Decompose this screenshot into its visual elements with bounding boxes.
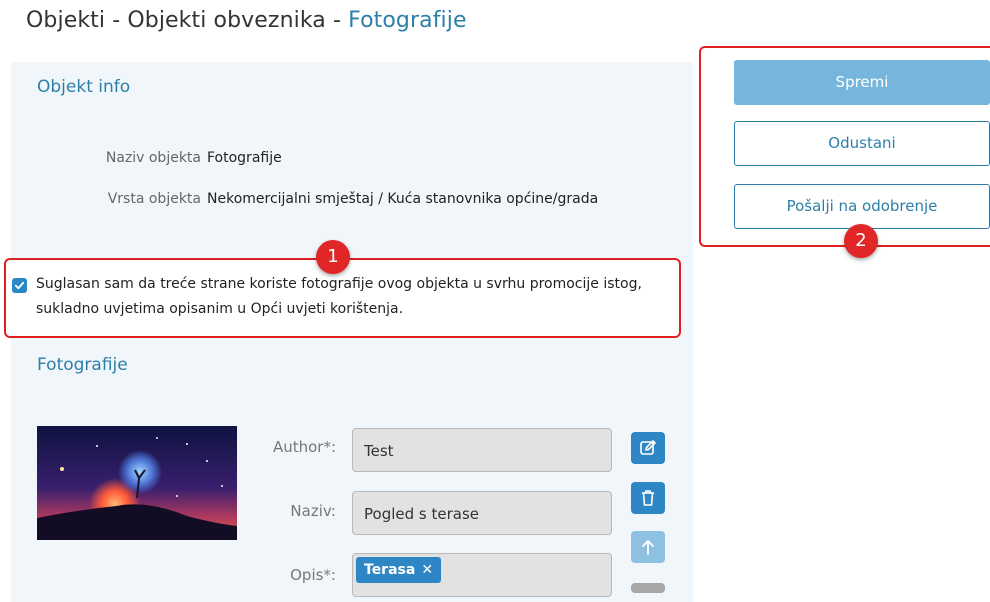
photo-thumbnail[interactable] (37, 426, 237, 540)
annotation-badge-1: 1 (316, 240, 350, 274)
objekt-info-title: Objekt info (37, 77, 131, 97)
edit-icon (640, 440, 656, 455)
author-input[interactable]: Test (352, 428, 612, 472)
breadcrumb-objekti: Objekti (26, 8, 106, 33)
breadcrumb-current: Fotografije (348, 8, 467, 33)
move-down-button[interactable] (631, 583, 665, 593)
author-label: Author*: (272, 438, 336, 456)
breadcrumb-separator: - (325, 8, 349, 33)
annotation-frame-2 (699, 46, 990, 247)
breadcrumb-objekti-obveznika: Objekti obveznika (127, 8, 326, 33)
page-title: Objekti - Objekti obveznika - Fotografij… (26, 8, 467, 33)
opis-tag: Terasa ✕ (356, 557, 442, 583)
vrsta-objekta-label: Vrsta objekta (107, 191, 201, 207)
naziv-input[interactable]: Pogled s terase (352, 491, 612, 535)
move-up-button[interactable] (631, 531, 665, 563)
arrow-up-icon (642, 540, 654, 555)
edit-button[interactable] (631, 432, 665, 464)
naziv-objekta-label: Naziv objekta (105, 150, 201, 166)
photo-image (37, 426, 237, 540)
opis-label: Opis*: (290, 566, 336, 584)
naziv-label: Naziv: (290, 502, 336, 520)
vrsta-objekta-value: Nekomercijalni smještaj / Kuća stanovnik… (207, 191, 599, 207)
trash-icon (642, 490, 654, 506)
delete-button[interactable] (631, 482, 665, 514)
tag-remove-icon[interactable]: ✕ (421, 562, 433, 578)
annotation-badge-2: 2 (844, 224, 878, 258)
fotografije-title: Fotografije (37, 355, 128, 375)
naziv-objekta-value: Fotografije (207, 150, 282, 166)
breadcrumb-separator: - (105, 8, 128, 33)
opis-tag-label: Terasa (364, 562, 416, 578)
